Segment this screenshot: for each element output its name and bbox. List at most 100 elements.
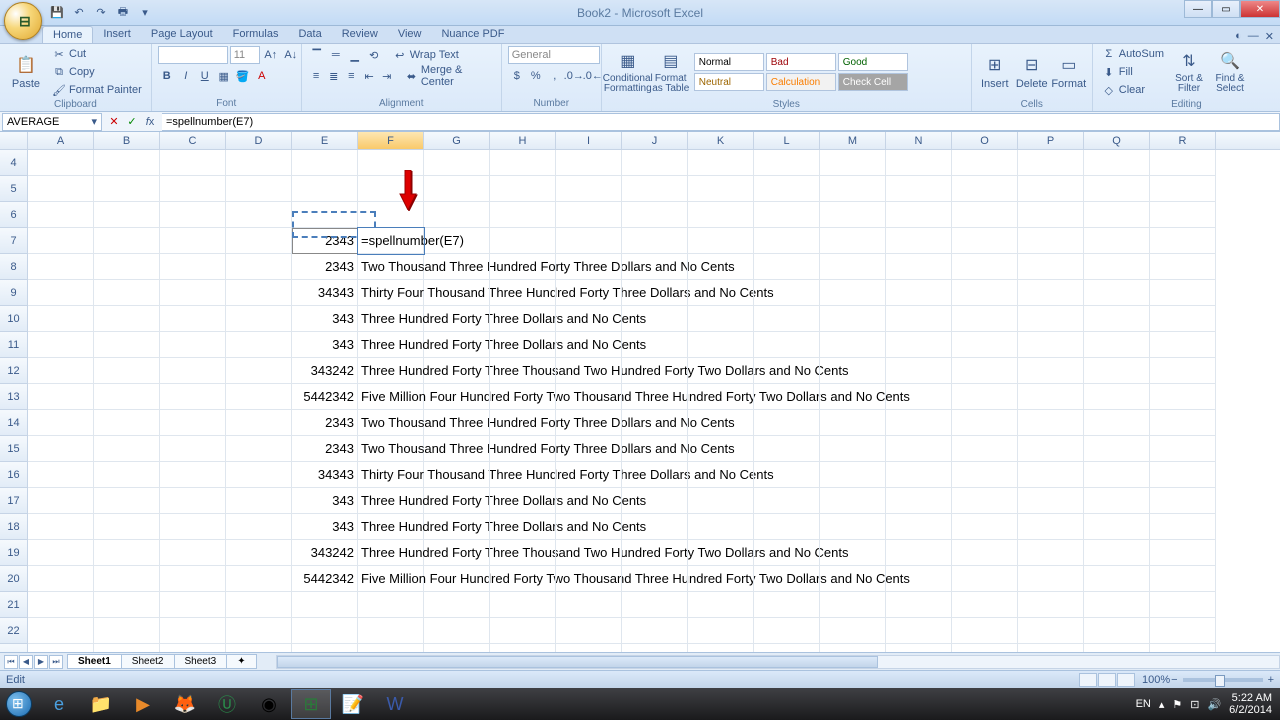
cell[interactable] — [1150, 280, 1216, 306]
qat-save-icon[interactable]: 💾 — [48, 4, 66, 22]
align-top-button[interactable]: ▔ — [308, 46, 326, 64]
cell[interactable] — [556, 254, 622, 280]
column-header[interactable]: G — [424, 132, 490, 149]
cell[interactable] — [28, 306, 94, 332]
cell[interactable] — [688, 176, 754, 202]
cell[interactable] — [1018, 514, 1084, 540]
taskbar-excel-icon[interactable]: ⊞ — [291, 689, 331, 719]
style-normal[interactable]: Normal — [694, 53, 764, 71]
cell[interactable] — [886, 644, 952, 652]
cell[interactable] — [1150, 176, 1216, 202]
cell[interactable] — [1018, 410, 1084, 436]
taskbar-ie-icon[interactable]: e — [39, 689, 79, 719]
cell[interactable] — [820, 540, 886, 566]
cell[interactable] — [160, 202, 226, 228]
cell[interactable] — [754, 150, 820, 176]
cell[interactable] — [556, 514, 622, 540]
taskbar-firefox-icon[interactable]: 🦊 — [165, 689, 205, 719]
cell[interactable] — [94, 436, 160, 462]
tray-clock[interactable]: 5:22 AM 6/2/2014 — [1229, 692, 1272, 716]
cell[interactable] — [490, 306, 556, 332]
cell[interactable] — [490, 202, 556, 228]
font-color-button[interactable]: A — [253, 67, 271, 85]
column-header[interactable]: K — [688, 132, 754, 149]
dec-decimal-button[interactable]: .0← — [584, 67, 602, 85]
row-header[interactable]: 5 — [0, 176, 28, 202]
spreadsheet-grid[interactable]: ABCDEFGHIJKLMNOPQR 45672343=spellnumber(… — [0, 132, 1280, 652]
cell[interactable] — [622, 332, 688, 358]
cell[interactable] — [622, 202, 688, 228]
view-layout-button[interactable] — [1098, 673, 1116, 687]
cell[interactable] — [952, 358, 1018, 384]
minimize-ribbon-icon[interactable]: — — [1248, 30, 1259, 43]
cell[interactable] — [754, 644, 820, 652]
cell[interactable] — [94, 228, 160, 254]
cell[interactable] — [1084, 410, 1150, 436]
cell[interactable] — [28, 410, 94, 436]
cell[interactable] — [424, 150, 490, 176]
cell[interactable] — [424, 358, 490, 384]
cell[interactable] — [952, 228, 1018, 254]
cell[interactable] — [424, 384, 490, 410]
fx-button[interactable]: fx — [142, 114, 158, 130]
row-header[interactable]: 22 — [0, 618, 28, 644]
cell[interactable] — [28, 644, 94, 652]
cell[interactable] — [1084, 566, 1150, 592]
cell[interactable] — [424, 644, 490, 652]
cell[interactable] — [886, 254, 952, 280]
zoom-in-button[interactable]: + — [1268, 674, 1274, 686]
tab-page-layout[interactable]: Page Layout — [141, 26, 223, 43]
cell[interactable] — [160, 332, 226, 358]
cell[interactable] — [28, 462, 94, 488]
cell[interactable] — [160, 514, 226, 540]
cell[interactable] — [490, 618, 556, 644]
cell[interactable] — [94, 618, 160, 644]
cell[interactable] — [226, 332, 292, 358]
cell[interactable]: 2343 — [292, 410, 358, 436]
cell[interactable] — [688, 202, 754, 228]
column-header[interactable]: H — [490, 132, 556, 149]
zoom-level[interactable]: 100% — [1142, 674, 1170, 686]
cell[interactable] — [160, 280, 226, 306]
cell[interactable] — [226, 618, 292, 644]
cell[interactable] — [94, 332, 160, 358]
sheet-nav-next[interactable]: ▶ — [34, 655, 48, 669]
name-box[interactable]: AVERAGE▾ — [2, 113, 102, 131]
cell[interactable] — [886, 488, 952, 514]
cell[interactable] — [1084, 228, 1150, 254]
cell[interactable] — [820, 410, 886, 436]
cell[interactable]: Three Hundred Forty Three Dollars and No… — [358, 488, 424, 514]
cell[interactable] — [1018, 462, 1084, 488]
cell[interactable] — [28, 514, 94, 540]
cell[interactable] — [226, 176, 292, 202]
cell[interactable] — [1018, 644, 1084, 652]
cell[interactable] — [622, 462, 688, 488]
inc-decimal-button[interactable]: .0→ — [565, 67, 583, 85]
cell[interactable] — [886, 202, 952, 228]
cell[interactable] — [820, 176, 886, 202]
cell[interactable] — [490, 176, 556, 202]
wrap-text-button[interactable]: ↩Wrap Text — [390, 47, 462, 63]
cell[interactable] — [1018, 592, 1084, 618]
cell[interactable] — [754, 566, 820, 592]
cell[interactable] — [490, 488, 556, 514]
style-good[interactable]: Good — [838, 53, 908, 71]
cell[interactable] — [94, 488, 160, 514]
cell[interactable] — [490, 332, 556, 358]
cell[interactable] — [886, 618, 952, 644]
cell[interactable] — [820, 306, 886, 332]
cell[interactable] — [1150, 462, 1216, 488]
cell[interactable]: 34343 — [292, 280, 358, 306]
cell[interactable] — [1150, 254, 1216, 280]
autosum-button[interactable]: ΣAutoSum — [1099, 46, 1167, 62]
cell[interactable] — [622, 592, 688, 618]
cell[interactable] — [94, 462, 160, 488]
cell[interactable] — [820, 644, 886, 652]
cell[interactable] — [490, 540, 556, 566]
cell[interactable] — [754, 254, 820, 280]
cell[interactable] — [622, 566, 688, 592]
cell[interactable]: Thirty Four Thousand Three Hundred Forty… — [358, 280, 424, 306]
cell[interactable] — [622, 280, 688, 306]
insert-cells-button[interactable]: ⊞Insert — [978, 46, 1012, 98]
cell[interactable] — [160, 358, 226, 384]
